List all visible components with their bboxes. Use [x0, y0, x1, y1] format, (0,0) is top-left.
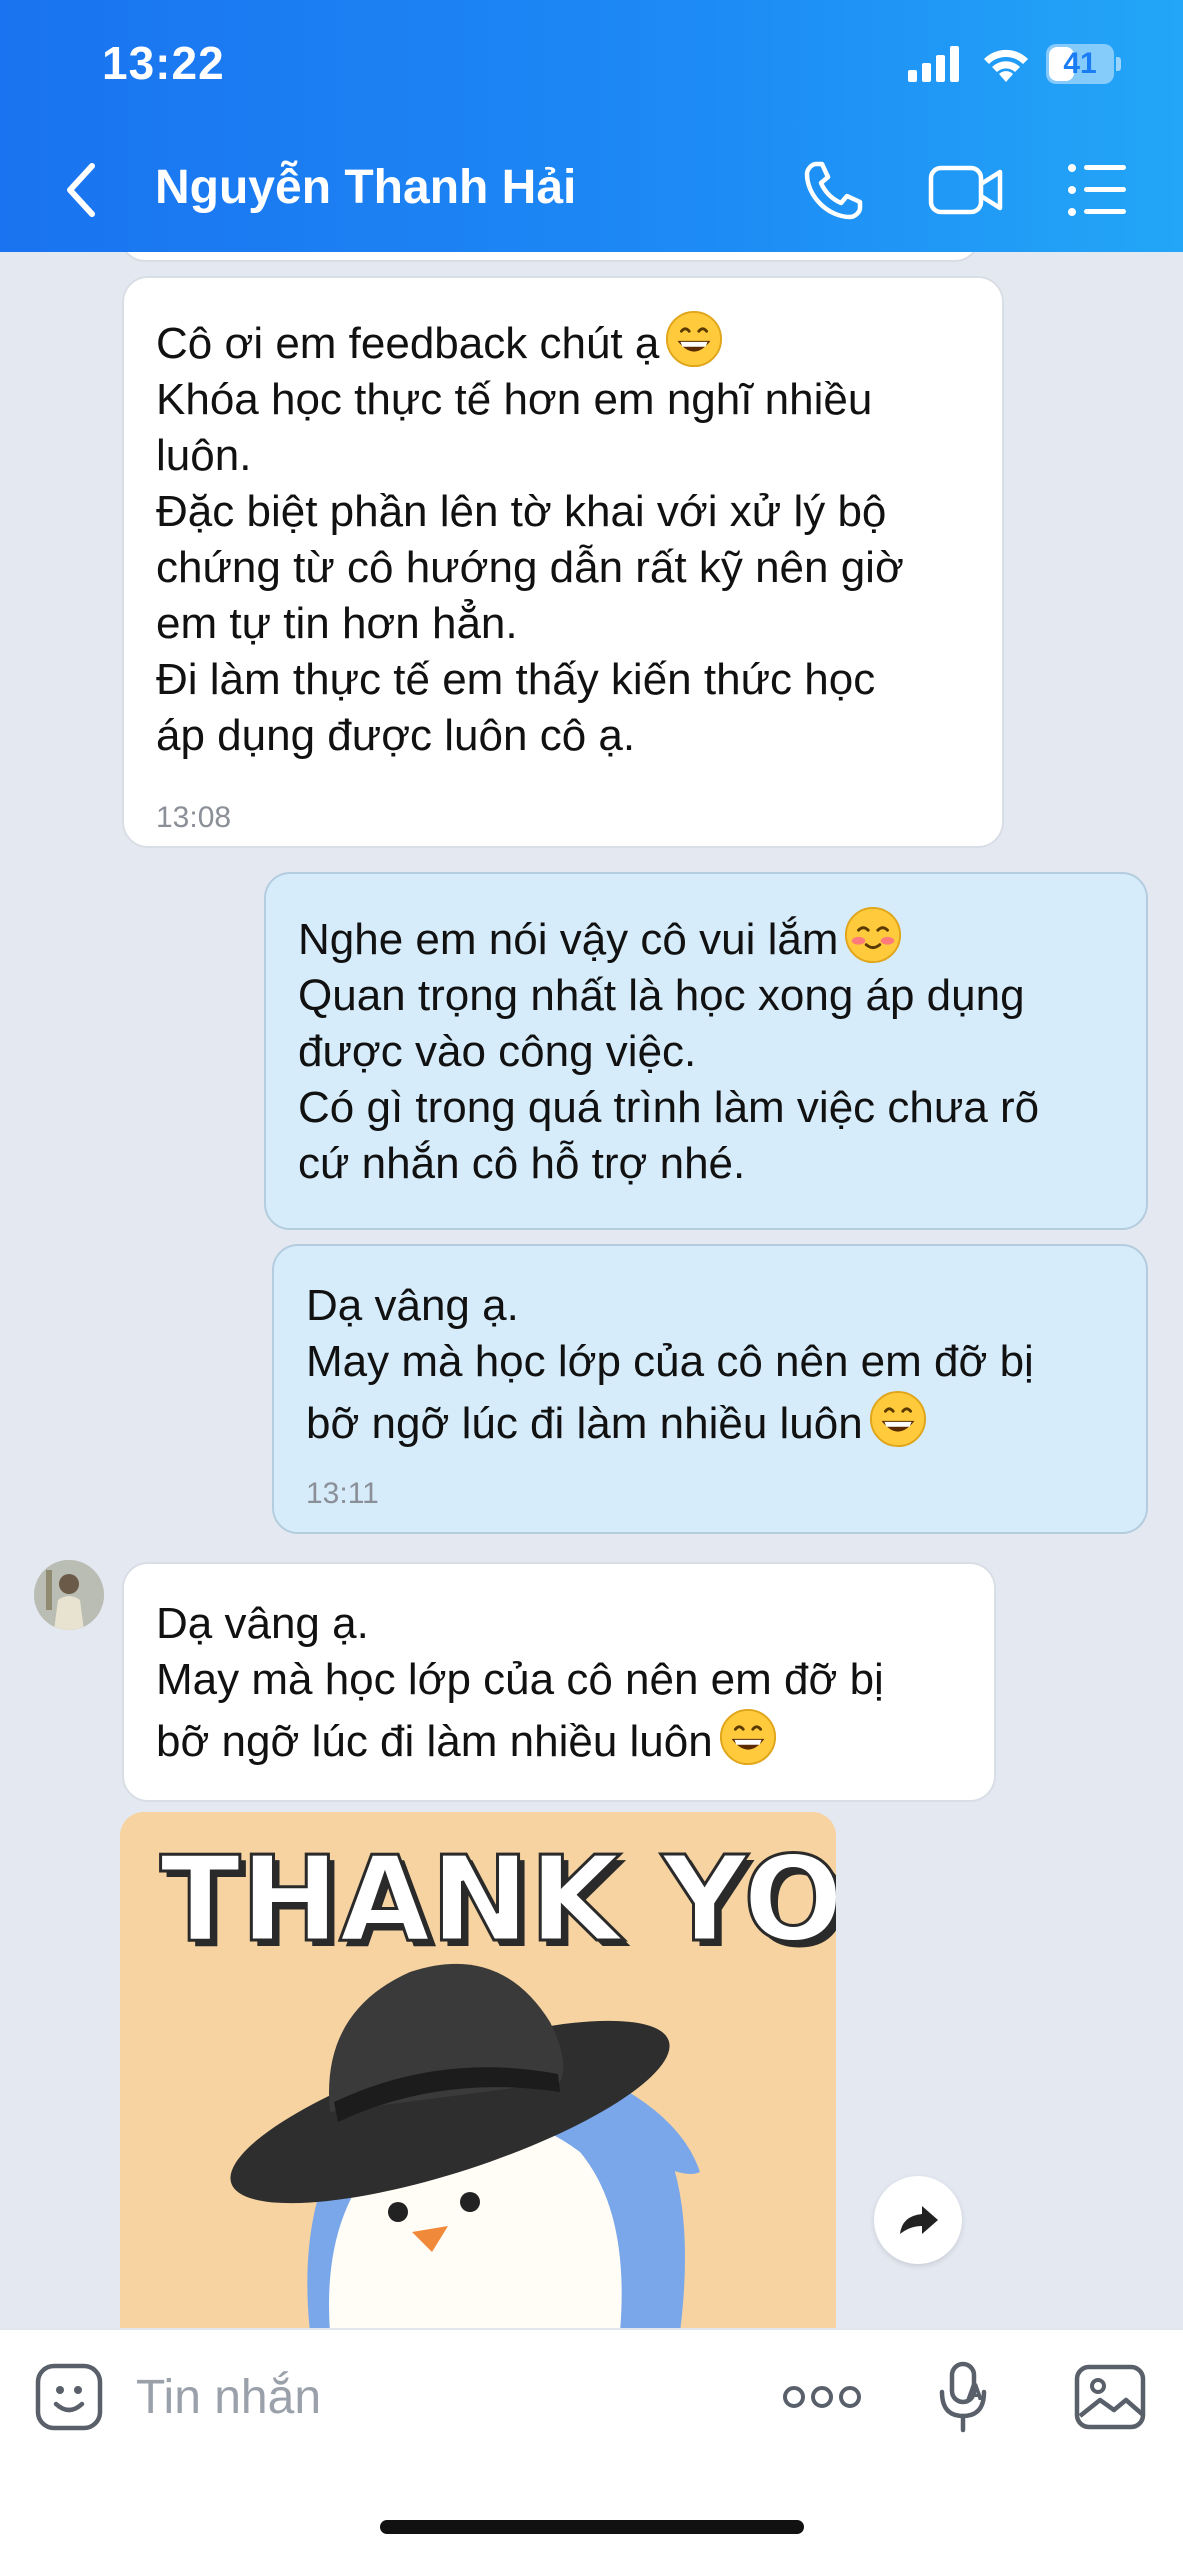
- contact-name[interactable]: Nguyễn Thanh Hải: [155, 160, 576, 215]
- video-camera-icon[interactable]: [928, 162, 1004, 218]
- message-line: bỡ ngỡ lúc đi làm nhiều luôn: [306, 1390, 1114, 1452]
- message-line: chứng từ cô hướng dẫn rất kỹ nên giờ: [156, 543, 904, 592]
- home-indicator: [380, 2520, 804, 2534]
- svg-text:A: A: [966, 2381, 983, 2406]
- wifi-icon: [984, 49, 1028, 82]
- blush-emoji-icon: [845, 906, 902, 964]
- message-line: luôn.: [156, 431, 252, 480]
- chevron-left-icon[interactable]: [60, 160, 108, 220]
- message-line: áp dụng được luôn cô ạ.: [156, 711, 636, 760]
- message-line: Quan trọng nhất là học xong áp dụng: [298, 971, 1025, 1020]
- message-line: Có gì trong quá trình làm việc chưa rõ: [298, 1083, 1040, 1132]
- message-line: bỡ ngỡ lúc đi làm nhiều luôn: [156, 1708, 962, 1770]
- message-line: được vào công việc.: [298, 1027, 697, 1076]
- message-line: Đi làm thực tế em thấy kiến thức học: [156, 655, 876, 704]
- message-line: Dạ vâng ạ.: [156, 1599, 369, 1648]
- grin-emoji-icon: [869, 1390, 926, 1448]
- message-line: Nghe em nói vậy cô vui lắm: [298, 906, 1114, 968]
- avatar-photo-icon: [34, 1560, 104, 1630]
- message-bubble-incoming[interactable]: Cô ơi em feedback chút ạ Khóa học thực t…: [122, 276, 1004, 848]
- message-time: 13:11: [306, 1477, 379, 1510]
- message-line: May mà học lớp của cô nên em đỡ bị: [306, 1337, 1034, 1386]
- previous-message-bubble: [120, 252, 980, 262]
- cellular-signal-icon: [908, 46, 959, 82]
- thank-you-sticker[interactable]: THANK YOU THANK YOU: [120, 1812, 836, 2328]
- image-icon[interactable]: [1074, 2364, 1146, 2430]
- message-line: em tự tin hơn hẳn.: [156, 599, 518, 648]
- phone-icon[interactable]: [802, 160, 864, 222]
- message-line: cứ nhắn cô hỗ trợ nhé.: [298, 1139, 746, 1188]
- message-list[interactable]: Cô ơi em feedback chút ạ Khóa học thực t…: [0, 252, 1183, 2328]
- message-line: May mà học lớp của cô nên em đỡ bị: [156, 1655, 884, 1704]
- message-line: Đặc biệt phần lên tờ khai với xử lý bộ: [156, 487, 887, 536]
- message-time: 13:08: [156, 801, 232, 834]
- message-bubble-outgoing[interactable]: Nghe em nói vậy cô vui lắm Quan trọng nh…: [264, 872, 1148, 1230]
- battery-icon: 41: [1046, 44, 1122, 84]
- list-menu-icon[interactable]: [1066, 160, 1128, 220]
- battery-percent: 41: [1063, 47, 1097, 80]
- grin-emoji-icon: [666, 310, 723, 368]
- message-line: Dạ vâng ạ.: [306, 1281, 519, 1330]
- sticker-text: THANK YOU: [160, 1830, 836, 1968]
- message-input-bar: A: [0, 2328, 1183, 2560]
- avatar[interactable]: [34, 1560, 104, 1630]
- voice-mic-icon[interactable]: A: [934, 2360, 994, 2436]
- penguin-sticker-icon: THANK YOU THANK YOU: [120, 1812, 836, 2328]
- chat-header: 13:22 41 Nguyễn Thanh Hải: [0, 0, 1183, 252]
- forward-button[interactable]: [874, 2176, 962, 2264]
- message-line: Khóa học thực tế hơn em nghĩ nhiều: [156, 375, 873, 424]
- status-time: 13:22: [102, 37, 225, 89]
- message-line: Cô ơi em feedback chút ạ: [156, 310, 970, 372]
- sticker-smile-icon[interactable]: [34, 2362, 104, 2432]
- grin-emoji-icon: [719, 1708, 776, 1766]
- message-bubble-outgoing[interactable]: Dạ vâng ạ. May mà học lớp của cô nên em …: [272, 1244, 1148, 1534]
- message-input[interactable]: [134, 2360, 634, 2434]
- message-bubble-incoming[interactable]: Dạ vâng ạ. May mà học lớp của cô nên em …: [122, 1562, 996, 1802]
- share-arrow-icon: [900, 2206, 938, 2234]
- more-dots-icon[interactable]: [782, 2380, 862, 2414]
